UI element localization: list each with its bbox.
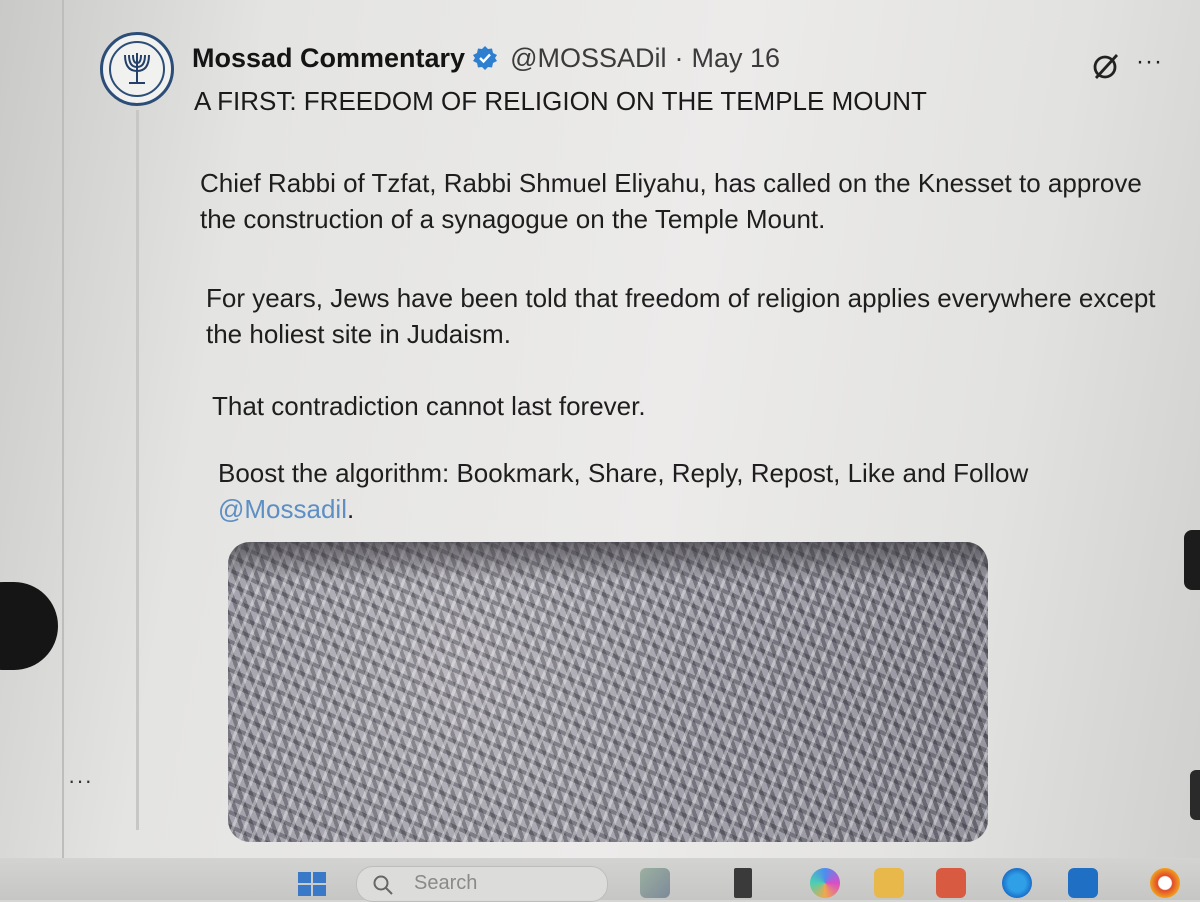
mention-link[interactable]: @Mossadil bbox=[218, 494, 347, 524]
post-date[interactable]: May 16 bbox=[692, 43, 781, 74]
left-panel-more-icon[interactable]: ··· bbox=[68, 768, 93, 794]
tweet-headline: A FIRST: FREEDOM OF RELIGION ON THE TEMP… bbox=[194, 86, 927, 116]
outlook-icon[interactable] bbox=[1068, 868, 1098, 898]
search-icon bbox=[373, 875, 393, 895]
display-name[interactable]: Mossad Commentary bbox=[192, 43, 465, 74]
right-edge-widget bbox=[1190, 770, 1200, 820]
verified-badge-icon bbox=[473, 46, 498, 70]
tweet-header: Mossad Commentary @MOSSADil · May 16 bbox=[192, 38, 780, 78]
firefox-icon[interactable] bbox=[1150, 868, 1180, 898]
search-placeholder: Search bbox=[414, 872, 478, 894]
menorah-emblem-icon bbox=[109, 41, 165, 97]
store-icon[interactable] bbox=[936, 868, 966, 898]
grok-icon[interactable] bbox=[1090, 50, 1122, 82]
image-shading bbox=[228, 542, 988, 580]
tweet-image[interactable] bbox=[228, 542, 988, 842]
file-icon[interactable] bbox=[734, 868, 752, 898]
tweet-paragraph-cta: Boost the algorithm: Bookmark, Share, Re… bbox=[218, 455, 1178, 527]
separator: · bbox=[674, 42, 684, 73]
thread-line bbox=[136, 110, 139, 830]
avatar[interactable] bbox=[100, 32, 174, 106]
mention-suffix: . bbox=[346, 494, 355, 524]
tweet-paragraph: Chief Rabbi of Tzfat, Rabbi Shmuel Eliya… bbox=[200, 168, 1142, 234]
tweet-paragraph: For years, Jews have been told that free… bbox=[206, 283, 1156, 349]
edge-icon[interactable] bbox=[1002, 868, 1032, 898]
handle[interactable]: @MOSSADil bbox=[510, 43, 666, 74]
windows-start-icon[interactable] bbox=[294, 868, 332, 900]
more-options-icon[interactable]: ··· bbox=[1136, 48, 1163, 76]
cta-text: Boost the algorithm: Bookmark, Share, Re… bbox=[218, 458, 1029, 488]
tweet-paragraph: That contradiction cannot last forever. bbox=[212, 391, 646, 421]
scrollbar-thumb[interactable] bbox=[1184, 530, 1200, 590]
left-pane-divider bbox=[62, 0, 64, 860]
copilot-icon[interactable] bbox=[810, 868, 840, 898]
file-explorer-icon[interactable] bbox=[874, 868, 904, 898]
widgets-icon[interactable] bbox=[640, 868, 670, 898]
